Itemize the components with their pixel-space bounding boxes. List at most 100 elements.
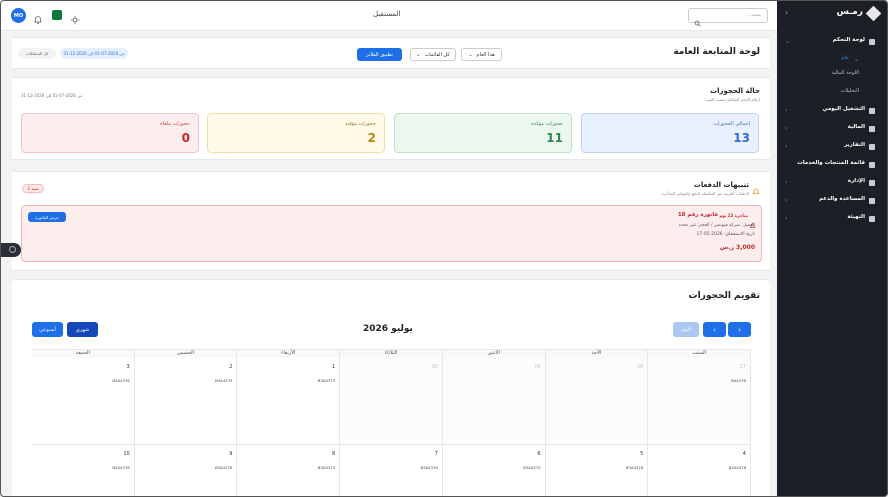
avatar[interactable]: MO	[11, 8, 26, 23]
stat-label: حجوزات مؤكدة	[531, 121, 563, 127]
sidebar-item-8[interactable]: الإدارة ‹	[777, 177, 887, 191]
calendar-day-cell[interactable]: 5 B3A4376	[545, 445, 649, 496]
calendar-day-cell[interactable]: 2 B3A4375	[134, 358, 238, 445]
weekday-header: السبت	[648, 349, 751, 358]
stat-label: حجوزات ملغاة	[160, 121, 190, 127]
next-month-button[interactable]: ‹	[703, 322, 726, 337]
date-range-chip[interactable]: من 2026-07-01 إلى 2026-12-31	[60, 48, 128, 59]
collapse-sidebar-icon[interactable]: ‹	[785, 8, 788, 17]
brand-logo-icon	[865, 5, 882, 22]
section-title: تنبيهات الدفعات	[693, 181, 749, 189]
gear-icon	[869, 216, 875, 222]
sidebar-item-9[interactable]: المساعدة والدعم ‹	[777, 195, 887, 209]
day-number: 29	[534, 364, 541, 370]
today-button[interactable]: اليوم	[673, 322, 699, 337]
day-number: 4	[742, 451, 746, 457]
list-select[interactable]: كل القائمات ⌄	[410, 48, 456, 61]
booking-event[interactable]: B3A4376	[215, 465, 232, 470]
alert-amount: 3,000 ر.س	[719, 244, 755, 251]
sidebar-item-6[interactable]: التقارير ‹	[777, 141, 887, 155]
sidebar-item-3[interactable]: التحليلات	[777, 87, 887, 101]
prev-month-button[interactable]: ›	[728, 322, 751, 337]
chevron-down-icon: ⌄	[785, 38, 791, 45]
sidebar: رمـس ‹ لوحة التحكم ⌄ عام ⌄ اللوحة المالية الت…	[777, 1, 887, 496]
invoice-number: فاتورة رقم 18	[677, 212, 718, 218]
day-number: 1	[331, 364, 336, 370]
day-number: 5	[640, 451, 644, 457]
chevron-left-icon: ‹	[785, 179, 788, 186]
booking-event[interactable]: BA4376	[731, 378, 746, 383]
search-icon	[694, 12, 701, 31]
stat-confirmed-bookings: حجوزات مؤكدة 11	[394, 113, 572, 153]
sidebar-item-7[interactable]: قائمة المنتجات والخدمات	[777, 159, 887, 173]
sidebar-item-1[interactable]: عام ⌄	[777, 54, 887, 68]
calendar-day-cell[interactable]: 27 BA4376	[648, 358, 751, 445]
section-subtitle: أرقام الحجز الفعالية حسب الفترة	[704, 97, 760, 102]
day-number: 2	[229, 364, 233, 370]
page-title: لوحة المتابعة العامة	[673, 47, 760, 57]
apply-filters-button[interactable]: تطبيق الفلاتر	[357, 48, 402, 61]
sidebar-item-label: اللوحة المالية	[831, 70, 859, 76]
grid-icon	[869, 39, 875, 45]
calendar-day-cell[interactable]: 30	[340, 358, 443, 445]
search-input[interactable]: بحث...	[688, 8, 768, 27]
calendar-day-cell[interactable]: 7 B3A4376	[340, 445, 443, 496]
client-info: العميل: شركة فيوتشر / الحجز: غير محدد	[678, 223, 755, 228]
day-number: 6	[537, 451, 541, 457]
sidebar-item-0[interactable]: لوحة التحكم ⌄	[777, 36, 887, 50]
shield-icon	[869, 180, 875, 186]
weekday-header: الثلاثاء	[340, 349, 443, 358]
booking-event[interactable]: B3A4376	[112, 378, 129, 383]
booking-event[interactable]: B3A4373	[318, 465, 335, 470]
chevron-left-icon: ‹	[785, 125, 788, 132]
page-header-title: المستقبل	[373, 10, 401, 18]
wallet-icon	[869, 126, 875, 132]
weekly-view-button[interactable]: أسبوعي	[32, 322, 63, 337]
calendar-day-cell[interactable]: 6 B3A4373	[442, 445, 546, 496]
calendar-day-cell[interactable]: 8 B3A4373	[237, 445, 341, 496]
collapse-handle[interactable]	[1, 243, 21, 257]
calendar-day-cell[interactable]: 9 B3A4376	[134, 445, 238, 496]
chevron-left-icon: ‹	[713, 325, 716, 334]
booking-event[interactable]: B3A4376	[729, 465, 746, 470]
sidebar-item-label: التحليلات	[840, 88, 859, 94]
calendar-day-cell[interactable]: 1 B3A4373	[237, 358, 341, 445]
theme-icon[interactable]	[70, 10, 80, 25]
calendar-day-cell[interactable]: 28	[545, 358, 649, 445]
toggle-icon	[9, 246, 16, 253]
chevron-down-icon: ⌄	[468, 51, 473, 58]
day-number: 27	[739, 364, 746, 370]
month-title: يوليو 2026	[363, 324, 413, 334]
chevron-left-icon: ‹	[785, 143, 788, 150]
range-text: من 2026-07-01 إلى 2026-12-31	[21, 93, 83, 98]
view-invoice-button[interactable]: عرض الفاتورة	[28, 212, 66, 222]
booking-event[interactable]: B3A4376	[112, 465, 129, 470]
chevron-down-icon: ⌄	[416, 51, 421, 58]
sidebar-item-5[interactable]: المالية ‹	[777, 123, 887, 137]
flag-icon[interactable]	[52, 10, 62, 20]
calendar-day-cell[interactable]: 4 B3A4376	[648, 445, 751, 496]
bell-icon[interactable]	[33, 10, 43, 24]
main-content: MO المستقبل بحث... لوحة المتابعة العامة …	[1, 1, 779, 496]
stat-total-bookings: إجمالي الحجوزات 13	[581, 113, 759, 153]
list-icon	[869, 108, 875, 114]
booking-event[interactable]: B3A4373	[523, 465, 540, 470]
stat-tentative-bookings: حجوزات مؤقتة 2	[207, 113, 385, 153]
sidebar-item-10[interactable]: التهيئة ‹	[777, 213, 887, 227]
sidebar-item-2[interactable]: اللوحة المالية	[777, 69, 887, 83]
booking-event[interactable]: B3A4375	[215, 378, 232, 383]
calendar-day-cell[interactable]: 10 B3A4376	[32, 445, 135, 496]
warning-icon	[749, 213, 756, 228]
sidebar-item-label: التهيئة	[847, 214, 865, 220]
booking-event[interactable]: B3A4376	[421, 465, 438, 470]
calendar-day-cell[interactable]: 29	[442, 358, 546, 445]
booking-event[interactable]: B3A4373	[318, 378, 335, 383]
all-properties-chip[interactable]: كل الممتلكات	[18, 48, 56, 59]
overdue-status: متأخرة 12 يوم	[719, 213, 748, 218]
calendar-day-cell[interactable]: 3 B3A4376	[32, 358, 135, 445]
period-select[interactable]: هذا العام ⌄	[461, 48, 502, 61]
sidebar-item-4[interactable]: التشغيل اليومي ‹	[777, 105, 887, 119]
day-number: 28	[636, 364, 644, 370]
booking-event[interactable]: B3A4376	[626, 465, 643, 470]
monthly-view-button[interactable]: شهري	[67, 322, 98, 337]
